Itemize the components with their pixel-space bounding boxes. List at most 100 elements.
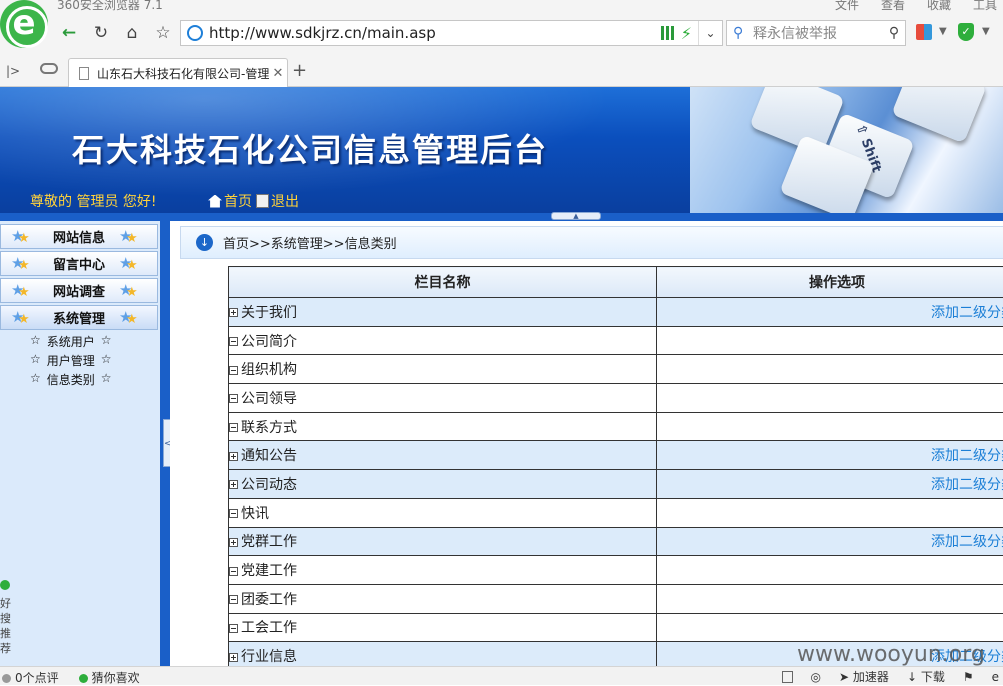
menu-tools[interactable]: 工具 [973, 0, 997, 13]
collapse-minus-icon[interactable] [229, 394, 238, 403]
collapse-banner-handle[interactable]: ▲ [551, 212, 601, 220]
menu-group-survey[interactable]: 网站调查 [0, 278, 158, 303]
menu-view[interactable]: 查看 [881, 0, 905, 13]
compass-icon[interactable]: ◎ [811, 670, 821, 684]
close-icon[interactable]: ✕ [269, 66, 287, 81]
category-action-cell: 添加二级分类 [657, 527, 1003, 556]
collapse-minus-icon[interactable] [229, 567, 238, 576]
exit-link-label: 退出 [271, 191, 299, 211]
category-action-cell [657, 355, 1003, 384]
chevron-down-icon[interactable]: ▼ [982, 26, 990, 37]
speed-mode-icon[interactable]: ⚡ [681, 24, 692, 43]
add-subcategory-link[interactable]: 添加二级分类 [931, 477, 1003, 493]
collapse-minus-icon[interactable] [229, 595, 238, 604]
rocket-icon: ➤ [839, 670, 849, 684]
collapse-minus-icon[interactable] [229, 509, 238, 518]
expand-plus-icon[interactable] [229, 653, 238, 662]
table-row: 组织机构 [229, 355, 1003, 384]
menu-group-messages[interactable]: 留言中心 [0, 251, 158, 276]
category-name-cell: 团委工作 [229, 584, 657, 613]
collapse-minus-icon[interactable] [229, 366, 238, 375]
browser-menu: 文件 查看 收藏 工具 [835, 0, 997, 13]
category-action-cell: 添加二级分类 [657, 298, 1003, 327]
star-outline-icon: ☆ [101, 371, 112, 388]
search-go-icon[interactable]: ⚲ [883, 25, 905, 41]
stars-icon [11, 256, 33, 272]
sidebar-toggle-icon[interactable]: |> [6, 64, 20, 78]
stars-icon [119, 283, 141, 299]
green-dot-icon [0, 580, 10, 590]
menu-favorites[interactable]: 收藏 [927, 0, 951, 13]
category-name-cell: 通知公告 [229, 441, 657, 470]
menu-group-site-info[interactable]: 网站信息 [0, 224, 158, 249]
home-button[interactable]: ⌂ [121, 22, 143, 44]
menu-file[interactable]: 文件 [835, 0, 859, 13]
reload-button[interactable]: ↻ [90, 22, 112, 44]
add-subcategory-link[interactable]: 添加二级分类 [931, 534, 1003, 550]
star-outline-icon: ☆ [30, 371, 41, 388]
new-tab-button[interactable]: + [292, 60, 307, 81]
table-row: 通知公告 添加二级分类 [229, 441, 1003, 470]
favorite-button[interactable]: ☆ [152, 22, 174, 44]
category-table: 栏目名称 操作选项 关于我们添加二级分类公司简介组织机构公司领导联系方式通知公告… [228, 266, 1003, 666]
security-shield-icon[interactable]: ✓ [958, 23, 974, 41]
recommend-status[interactable]: 猜你喜欢 [79, 669, 140, 686]
category-name: 公司简介 [241, 334, 297, 350]
stars-icon [119, 310, 141, 326]
accelerator-status[interactable]: ➤ 加速器 [839, 668, 889, 685]
category-name-cell: 关于我们 [229, 298, 657, 327]
menu-item-info-category[interactable]: ☆ 信息类别 ☆ [30, 371, 112, 388]
table-row: 团委工作 [229, 584, 1003, 613]
table-row: 联系方式 [229, 412, 1003, 441]
collapse-minus-icon[interactable] [229, 624, 238, 633]
comments-status[interactable]: 0个点评 [2, 669, 59, 686]
category-name: 关于我们 [241, 305, 297, 321]
recommend-widget[interactable]: 好搜推荐 [0, 580, 12, 660]
address-bar[interactable]: http://www.sdkjrz.cn/main.asp ⚡ ⌄ [180, 20, 723, 46]
exit-link[interactable]: 退出 [256, 191, 299, 211]
chevron-down-icon[interactable]: ⌄ [698, 21, 722, 45]
qr-code-icon[interactable] [661, 26, 675, 40]
tab-title: 山东石大科技石化有限公司-管理 [97, 65, 269, 82]
category-name: 联系方式 [241, 420, 297, 436]
category-name: 党群工作 [241, 534, 297, 550]
status-left: 0个点评 猜你喜欢 [2, 669, 140, 686]
star-outline-icon: ☆ [101, 333, 112, 350]
ie-icon[interactable]: e [992, 670, 999, 684]
cloud-icon[interactable] [40, 63, 58, 74]
collapse-minus-icon[interactable] [229, 423, 238, 432]
download-status[interactable]: ↓ 下载 [907, 668, 945, 685]
table-row: 党建工作 [229, 556, 1003, 585]
address-url[interactable]: http://www.sdkjrz.cn/main.asp [209, 24, 661, 42]
search-input[interactable]: 释永信被举报 [751, 23, 883, 43]
expand-plus-icon[interactable] [229, 452, 238, 461]
add-subcategory-link[interactable]: 添加二级分类 [931, 305, 1003, 321]
apps-extension-icon[interactable] [916, 24, 932, 40]
search-box[interactable]: ⚲ 释永信被举报 ⚲ [726, 20, 906, 46]
recommend-label: 好搜推荐 [0, 596, 12, 656]
expand-plus-icon[interactable] [229, 308, 238, 317]
add-subcategory-link[interactable]: 添加二级分类 [931, 448, 1003, 464]
browser-chrome: e 360安全浏览器 7.1 文件 查看 收藏 工具 ← ↻ ⌂ ☆ http:… [0, 0, 1003, 87]
category-name: 公司动态 [241, 477, 297, 493]
menu-item-user-management[interactable]: ☆ 用户管理 ☆ [30, 352, 112, 369]
back-button[interactable]: ← [58, 22, 80, 44]
table-row: 公司领导 [229, 384, 1003, 413]
collapse-minus-icon[interactable] [229, 337, 238, 346]
category-name-cell: 公司领导 [229, 384, 657, 413]
expand-plus-icon[interactable] [229, 538, 238, 547]
menu-group-system[interactable]: 系统管理 [0, 305, 158, 330]
chevron-down-icon[interactable]: ▼ [939, 26, 947, 37]
flag-icon[interactable]: ⚑ [963, 670, 974, 684]
page-icon[interactable] [782, 671, 793, 683]
category-name-cell: 组织机构 [229, 355, 657, 384]
home-link[interactable]: 首页 [208, 191, 252, 211]
site-banner: ⇧ Shift 石大科技石化公司信息管理后台 尊敬的 管理员 您好! 首页 退出 [0, 87, 1003, 213]
category-name-cell: 快讯 [229, 498, 657, 527]
browser-tab[interactable]: 山东石大科技石化有限公司-管理 ✕ [68, 58, 288, 87]
expand-plus-icon[interactable] [229, 480, 238, 489]
category-name-cell: 公司动态 [229, 470, 657, 499]
menu-item-system-users[interactable]: ☆ 系统用户 ☆ [30, 333, 112, 350]
star-outline-icon: ☆ [30, 333, 41, 350]
keyboard-key-shape [891, 87, 987, 143]
